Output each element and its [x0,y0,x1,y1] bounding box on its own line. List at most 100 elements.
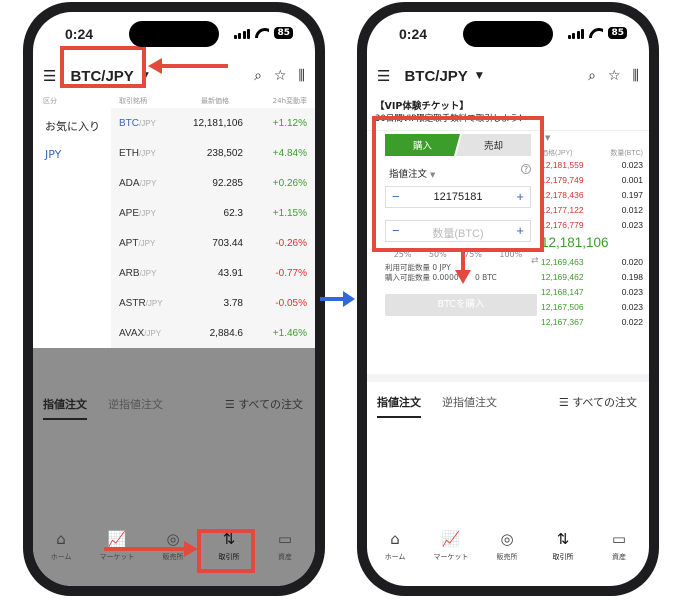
tab-limit-order[interactable]: 指値注文 [43,396,87,420]
orderbook-row[interactable]: 12,167,367 0.022 [535,317,649,332]
table-row[interactable]: ETH/JPY 238,502 +4.84% [111,138,315,168]
chart-icon[interactable]: ⫼ [633,68,639,84]
annotation-arrowhead-form [455,270,471,284]
row-base: APE [119,207,140,219]
table-row[interactable]: ASTR/JPY 3.78 -0.05% [111,288,315,318]
order-tabs: 指値注文 逆指値注文 ☰ すべての注文 [33,386,315,422]
table-row[interactable]: ADA/JPY 92.285 +0.26% [111,168,315,198]
ob-price: 12,169,463 [541,257,584,267]
orderbook-row[interactable]: 12,169,463 0.020 [535,257,649,272]
chevron-down-icon[interactable]: ▼ [476,71,483,81]
ob-price: 12,179,749 [541,175,584,185]
status-time: 0:24 [65,26,94,42]
ob-qty: 0.012 [621,205,643,215]
row-change: +1.15% [272,207,307,219]
orderbook-row[interactable]: 12,181,559 0.023 [535,160,649,175]
phone-right: 0:24 85 ☰ BTC/JPY ▼ ⌕ ☆ ⫼ 【VIP体験チケット】 30日間… [357,2,659,596]
row-price: 62.3 [223,207,243,219]
row-base: ARB [119,267,140,279]
phone-left: 0:24 85 ☰ BTC/JPY ▼ ⌕ ☆ ⫼ 区分 取引銘柄 最新価格 24h… [23,2,325,596]
dynamic-island [463,21,553,47]
row-symbol: ETH/JPY [119,148,156,159]
orderbook-row[interactable]: 12,169,462 0.198 [535,272,649,287]
table-row[interactable]: ARB/JPY 43.91 -0.77% [111,258,315,288]
nav-assets[interactable]: ▭ 資産 [257,530,313,562]
buy-btc-button[interactable]: BTCを購入 [385,294,537,316]
row-symbol: AVAX/JPY [119,328,161,339]
col-price: 最新価格 [201,97,229,105]
nav-home[interactable]: ⌂ ホーム [33,530,89,562]
row-quote: /JPY [138,238,156,248]
tab-stop-order[interactable]: 逆指値注文 [108,396,163,412]
dynamic-island [129,21,219,47]
orderbook-row[interactable]: 12,168,147 0.023 [535,287,649,302]
annotation-arrowhead-nav [184,541,198,557]
row-symbol: APT/JPY [119,238,155,249]
coin-icon: ◎ [500,530,514,548]
nav-market[interactable]: 📈 マーケット [89,530,145,562]
chart-icon[interactable]: ⫼ [299,68,305,84]
wallet-icon: ▭ [277,530,293,548]
nav-exchange-label: 取引所 [552,553,574,561]
tab-stop-order[interactable]: 逆指値注文 [442,394,497,410]
market-table: BTC/JPY 12,181,106 +1.12% ETH/JPY 238,502 +4.… [111,108,315,348]
pair-selector[interactable]: BTC/JPY [404,68,467,85]
search-icon[interactable]: ⌕ [588,68,596,84]
available-btc-label: 購入可能数量 0.0000 [385,273,459,282]
mid-price-row: 12,181,106 [535,235,649,257]
home-icon: ⌂ [390,530,400,548]
orderbook-row[interactable]: 12,178,436 0.197 [535,190,649,205]
row-quote: /JPY [139,208,156,218]
orderbook-row[interactable]: 12,167,506 0.023 [535,302,649,317]
all-orders-label: すべての注文 [238,398,303,411]
orderbook-row[interactable]: 12,177,122 0.012 [535,205,649,220]
nav-home[interactable]: ⌂ ホーム [367,530,423,562]
available-btc-unit: 0 BTC [475,273,497,282]
ticket-title[interactable]: 【VIP体験チケット】 [375,98,469,112]
chevron-down-icon[interactable]: ▼ [545,134,550,142]
section-gap [367,374,649,382]
wifi-icon [255,28,269,38]
chart-icon: 📈 [107,530,127,548]
nav-store-label: 販売所 [496,553,518,561]
orderbook-row[interactable]: 12,179,749 0.001 [535,175,649,190]
nav-exchange[interactable]: ⇅ 取引所 [535,530,591,562]
table-row[interactable]: APT/JPY 703.44 -0.26% [111,228,315,258]
nav-market[interactable]: 📈 マーケット [423,530,479,562]
ob-price: 12,177,122 [541,205,584,215]
star-icon[interactable]: ☆ [608,68,621,84]
all-orders-link[interactable]: ☰ すべての注文 [225,396,303,412]
transition-arrowhead [343,291,355,307]
ob-price: 12,181,559 [541,160,584,170]
category-jpy[interactable]: JPY [45,148,61,161]
tab-limit-order[interactable]: 指値注文 [377,394,421,418]
table-row[interactable]: BTC/JPY 12,181,106 +1.12% [111,108,315,138]
nav-store[interactable]: ◎ 販売所 [479,530,535,562]
menu-icon[interactable]: ☰ [377,67,390,85]
category-sidebar: お気に入り JPY [33,108,111,348]
table-row[interactable]: AVAX/JPY 2,884.6 +1.46% [111,318,315,348]
search-icon[interactable]: ⌕ [254,68,262,84]
screen-left: 0:24 85 ☰ BTC/JPY ▼ ⌕ ☆ ⫼ 区分 取引銘柄 最新価格 24h… [33,12,315,586]
table-row[interactable]: APE/JPY 62.3 +1.15% [111,198,315,228]
all-orders-link[interactable]: ☰ すべての注文 [559,394,637,410]
orderbook-row[interactable]: 12,176,779 0.023 [535,220,649,235]
category-favorites[interactable]: お気に入り [45,118,100,134]
status-time: 0:24 [399,26,428,42]
signal-icon [567,28,585,39]
bottom-nav: ⌂ ホーム 📈 マーケット ◎ 販売所 ⇅ 取引所 ▭ 資産 [367,522,649,572]
order-tabs: 指値注文 逆指値注文 ☰ すべての注文 [367,384,649,420]
row-change: +4.84% [272,147,307,159]
nav-home-label: ホーム [50,553,72,561]
ob-qty: 0.197 [621,190,643,200]
col-category: 区分 [43,97,57,105]
ob-qty-header: 数量(BTC) [610,150,643,157]
star-icon[interactable]: ☆ [274,68,287,84]
row-symbol: ARB/JPY [119,268,156,279]
nav-assets-label: 資産 [612,553,626,561]
home-icon: ⌂ [56,530,66,548]
order-book: 価格(JPY) 数量(BTC) 12,181,559 0.023 12,179,749… [535,148,649,332]
menu-icon[interactable]: ☰ [43,67,56,85]
row-change: -0.26% [275,237,307,249]
nav-assets[interactable]: ▭ 資産 [591,530,647,562]
